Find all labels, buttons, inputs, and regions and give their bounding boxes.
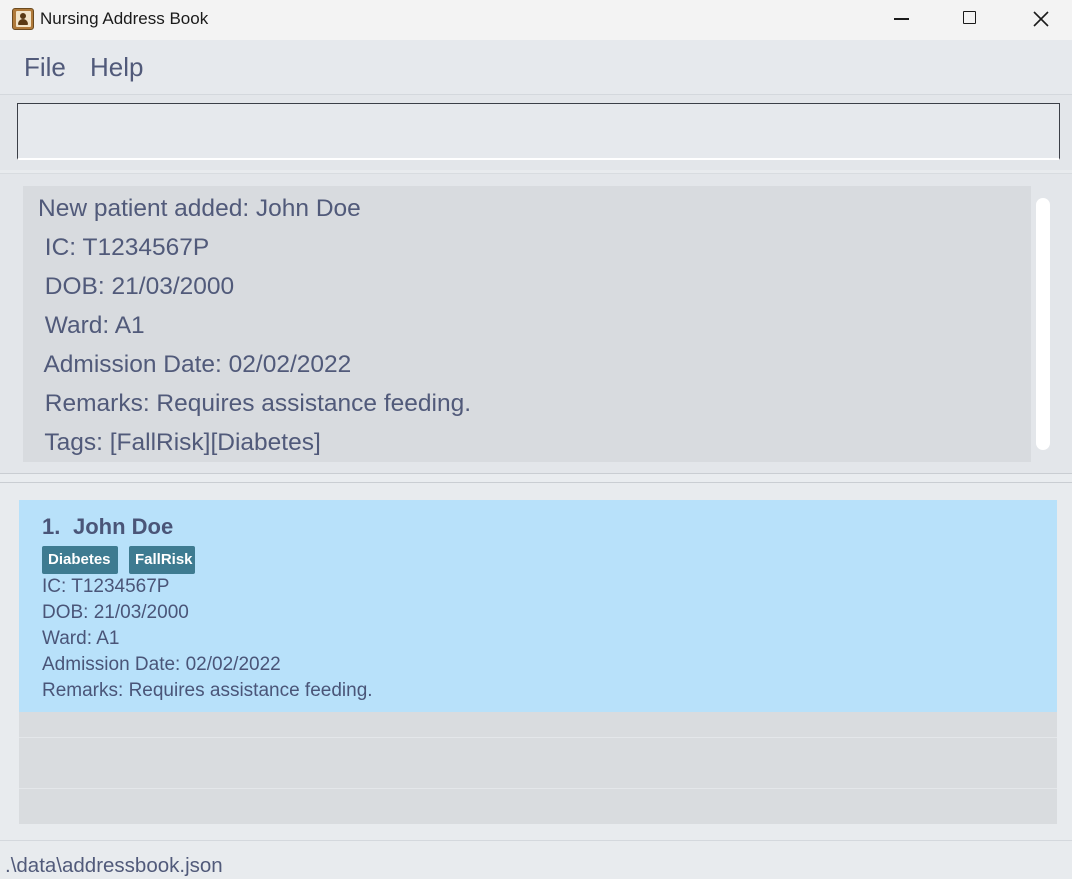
title-bar[interactable]: Nursing Address Book bbox=[0, 0, 1072, 40]
app-window: Nursing Address Book File Help New patie… bbox=[0, 0, 1072, 879]
panel-splitter[interactable] bbox=[0, 473, 1072, 483]
window-title: Nursing Address Book bbox=[40, 9, 209, 28]
minimize-button[interactable] bbox=[866, 0, 936, 38]
patient-name: John Doe bbox=[73, 514, 174, 539]
patient-admission-date: Admission Date: 02/02/2022 bbox=[42, 654, 281, 675]
empty-list-row bbox=[19, 789, 1057, 824]
close-button[interactable] bbox=[1005, 0, 1072, 38]
address-book-icon bbox=[12, 8, 34, 30]
command-input[interactable] bbox=[17, 103, 1060, 160]
patient-ward: Ward: A1 bbox=[42, 628, 120, 649]
patient-index: 1. bbox=[42, 514, 61, 539]
result-line: DOB: 21/03/2000 bbox=[38, 273, 235, 300]
tag-badge: FallRisk bbox=[129, 546, 195, 574]
result-line: Ward: A1 bbox=[38, 312, 145, 339]
result-line: New patient added: John Doe bbox=[38, 195, 361, 222]
patient-ic: IC: T1234567P bbox=[42, 576, 170, 597]
minimize-icon bbox=[894, 18, 909, 20]
command-box-container bbox=[0, 94, 1072, 170]
result-line: Tags: [FallRisk][Diabetes] bbox=[38, 429, 321, 456]
data-file-path: .\data\addressbook.json bbox=[5, 854, 223, 877]
result-scrollbar[interactable] bbox=[1036, 198, 1050, 450]
maximize-button[interactable] bbox=[935, 0, 1005, 38]
result-line: Remarks: Requires assistance feeding. bbox=[38, 390, 472, 417]
patient-card[interactable]: 1. John Doe Diabetes FallRisk IC: T12345… bbox=[19, 500, 1057, 712]
menu-help[interactable]: Help bbox=[90, 52, 143, 82]
status-bar: .\data\addressbook.json bbox=[0, 840, 1072, 879]
patient-list[interactable]: 1. John Doe Diabetes FallRisk IC: T12345… bbox=[19, 500, 1057, 824]
patient-dob: DOB: 21/03/2000 bbox=[42, 602, 189, 623]
close-icon bbox=[1033, 11, 1049, 27]
result-line: IC: T1234567P bbox=[38, 234, 210, 261]
tag-badge: Diabetes bbox=[42, 546, 118, 574]
result-display[interactable]: New patient added: John Doe IC: T1234567… bbox=[23, 186, 1031, 462]
empty-list-row bbox=[19, 738, 1057, 789]
maximize-icon bbox=[963, 11, 976, 24]
patient-remarks: Remarks: Requires assistance feeding. bbox=[42, 680, 373, 701]
empty-list-row bbox=[19, 712, 1057, 738]
menu-bar: File Help bbox=[0, 40, 1072, 94]
result-line: Admission Date: 02/02/2022 bbox=[38, 351, 352, 378]
menu-file[interactable]: File bbox=[24, 52, 66, 82]
result-display-container: New patient added: John Doe IC: T1234567… bbox=[0, 173, 1072, 474]
